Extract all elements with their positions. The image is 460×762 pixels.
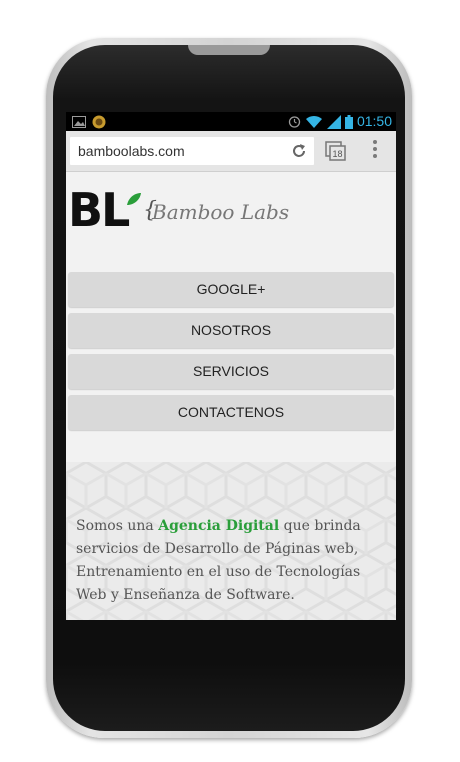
wifi-icon xyxy=(305,115,322,128)
signal-icon xyxy=(326,114,341,129)
tab-count: 18 xyxy=(332,149,342,159)
web-page: BL { Bamboo Labs GOOGLE+ NOSOTROS SERVIC… xyxy=(66,172,396,620)
nav-google-plus[interactable]: GOOGLE+ xyxy=(68,272,394,307)
status-bar: 01:50 xyxy=(66,112,396,131)
cat-app-icon xyxy=(92,115,106,129)
reload-icon[interactable] xyxy=(290,142,308,160)
browser-toolbar: bamboolabs.com 18 xyxy=(66,131,396,172)
leaf-icon xyxy=(127,193,141,205)
logo-name: Bamboo Labs xyxy=(152,200,290,224)
tabs-button[interactable]: 18 xyxy=(325,141,347,165)
agency-highlight: Agencia Digital xyxy=(158,518,280,534)
overflow-menu-icon[interactable] xyxy=(372,140,378,161)
url-field[interactable]: bamboolabs.com xyxy=(70,137,314,165)
tabs-icon: 18 xyxy=(325,141,346,161)
photo-icon xyxy=(72,116,86,128)
nav-servicios[interactable]: SERVICIOS xyxy=(68,354,394,389)
logo-monogram: BL xyxy=(68,183,130,237)
nav-contactenos[interactable]: CONTACTENOS xyxy=(68,395,394,430)
intro-section: Somos una Agencia Digital que brinda ser… xyxy=(66,462,396,620)
alarm-icon xyxy=(288,116,301,128)
url-text: bamboolabs.com xyxy=(78,143,185,159)
status-time: 01:50 xyxy=(356,113,392,129)
phone-screen: 01:50 bamboolabs.com 18 BL {Bamboo Labs… xyxy=(66,112,396,620)
nav-nosotros[interactable]: NOSOTROS xyxy=(68,313,394,348)
phone-speaker xyxy=(188,45,270,55)
intro-paragraph: Somos una Agencia Digital que brinda ser… xyxy=(76,518,361,603)
battery-icon xyxy=(344,114,353,129)
main-nav: GOOGLE+ NOSOTROS SERVICIOS CONTACTENOS xyxy=(68,272,394,436)
